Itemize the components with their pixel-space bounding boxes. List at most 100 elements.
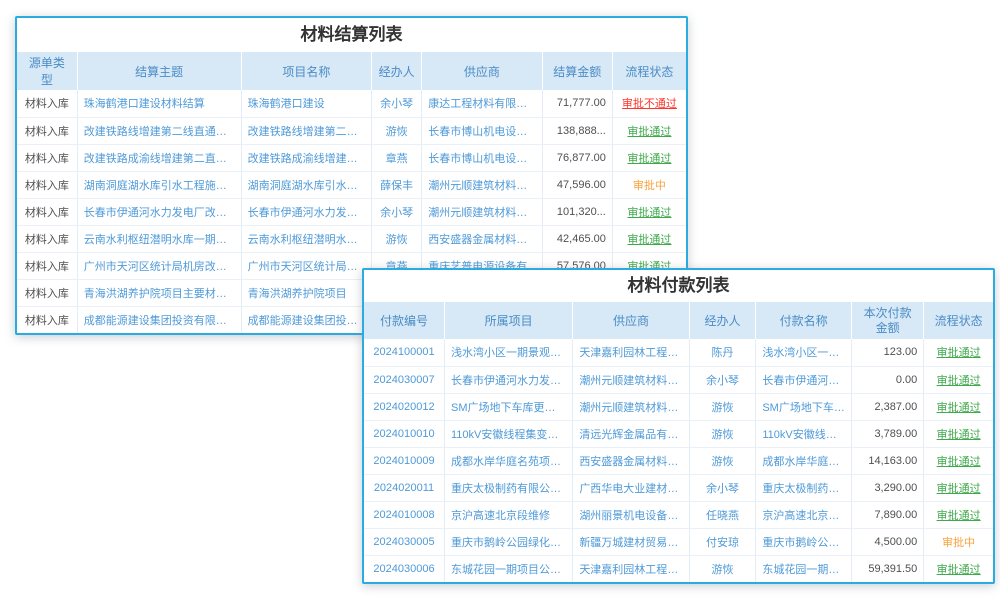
project-cell[interactable]: 广州市天河区统计局机房 — [241, 252, 371, 279]
project-cell[interactable]: 110kV安徽线程集变开断... — [445, 420, 573, 447]
project-cell[interactable]: 青海洪湖养护院项目 — [241, 279, 371, 306]
col-header-status: 流程状态 — [924, 302, 993, 339]
status-cell[interactable]: 审批通过 — [612, 117, 686, 144]
status-cell[interactable]: 审批通过 — [924, 366, 993, 393]
no-cell[interactable]: 2024030005 — [364, 528, 445, 555]
project-cell[interactable]: 重庆太极制药有限公司... — [445, 474, 573, 501]
col-header-handler: 经办人 — [689, 302, 756, 339]
status-cell[interactable]: 审批通过 — [924, 474, 993, 501]
project-cell[interactable]: 成都水岸华庭名苑项目... — [445, 447, 573, 474]
subject-cell[interactable]: 成都能源建设集团投资有限公司临... — [77, 306, 241, 333]
project-cell[interactable]: 珠海鹤港口建设 — [241, 90, 371, 117]
project-cell[interactable]: 长春市伊通河水力发电... — [445, 366, 573, 393]
subject-cell[interactable]: 珠海鹤港口建设材料结算 — [77, 90, 241, 117]
handler-cell[interactable]: 游恢 — [372, 117, 422, 144]
status-cell[interactable]: 审批通过 — [924, 555, 993, 582]
amount-cell: 123.00 — [851, 339, 923, 366]
project-cell[interactable]: 改建铁路成渝线增建第二... — [241, 144, 371, 171]
status-cell[interactable]: 审批通过 — [924, 339, 993, 366]
project-cell[interactable]: 湖南洞庭湖水库引水工程... — [241, 171, 371, 198]
type-cell: 材料入库 — [17, 252, 77, 279]
no-cell[interactable]: 2024010010 — [364, 420, 445, 447]
handler-cell[interactable]: 余小琴 — [689, 366, 756, 393]
subject-cell[interactable]: 青海洪湖养护院项目主要材料结算 — [77, 279, 241, 306]
handler-cell[interactable]: 付安琼 — [689, 528, 756, 555]
handler-cell[interactable]: 余小琴 — [689, 474, 756, 501]
handler-cell[interactable]: 陈丹 — [689, 339, 756, 366]
no-cell[interactable]: 2024030006 — [364, 555, 445, 582]
supplier-cell[interactable]: 潮州元顺建筑材料有限... — [573, 393, 689, 420]
status-cell[interactable]: 审批通过 — [924, 393, 993, 420]
name-cell[interactable]: 成都水岸华庭名苑... — [756, 447, 852, 474]
handler-cell[interactable]: 游恢 — [372, 225, 422, 252]
subject-cell[interactable]: 长春市伊通河水力发电厂改建工程... — [77, 198, 241, 225]
handler-cell[interactable]: 薛保丰 — [372, 171, 422, 198]
supplier-cell[interactable]: 西安盛器金属材料有... — [422, 225, 542, 252]
name-cell[interactable]: 110kV安徽线程集变... — [756, 420, 852, 447]
amount-cell: 42,465.00 — [542, 225, 612, 252]
project-cell[interactable]: 京沪高速北京段维修 — [445, 501, 573, 528]
supplier-cell[interactable]: 天津嘉利园林工程有限... — [573, 339, 689, 366]
table-row: 2024030006东城花园一期项目公寓...天津嘉利园林工程有限...游恢东城… — [364, 555, 993, 582]
subject-cell[interactable]: 湖南洞庭湖水库引水工程施工I标材... — [77, 171, 241, 198]
project-cell[interactable]: SM广场地下车库更换摄... — [445, 393, 573, 420]
supplier-cell[interactable]: 潮州元顺建筑材料有限... — [573, 366, 689, 393]
name-cell[interactable]: 京沪高速北京段维... — [756, 501, 852, 528]
handler-cell[interactable]: 游恢 — [689, 555, 756, 582]
no-cell[interactable]: 2024030007 — [364, 366, 445, 393]
no-cell[interactable]: 2024020012 — [364, 393, 445, 420]
col-header-status: 流程状态 — [612, 52, 686, 90]
supplier-cell[interactable]: 长春市博山机电设备... — [422, 144, 542, 171]
table-row: 2024010008京沪高速北京段维修湖州丽景机电设备有限...任晓燕京沪高速北… — [364, 501, 993, 528]
subject-cell[interactable]: 广州市天河区统计局机房改造项目... — [77, 252, 241, 279]
supplier-cell[interactable]: 长春市博山机电设备... — [422, 117, 542, 144]
subject-cell[interactable]: 云南水利枢纽潜明水库一期工程施... — [77, 225, 241, 252]
supplier-cell[interactable]: 天津嘉利园林工程有限... — [573, 555, 689, 582]
table-row: 2024010009成都水岸华庭名苑项目...西安盛器金属材料有限...游恢成都… — [364, 447, 993, 474]
project-cell[interactable]: 成都能源建设集团投资有 — [241, 306, 371, 333]
handler-cell[interactable]: 任晓燕 — [689, 501, 756, 528]
status-cell[interactable]: 审批通过 — [612, 198, 686, 225]
type-cell: 材料入库 — [17, 171, 77, 198]
supplier-cell[interactable]: 康达工程材料有限公司 — [422, 90, 542, 117]
handler-cell[interactable]: 章燕 — [372, 144, 422, 171]
no-cell[interactable]: 2024100001 — [364, 339, 445, 366]
project-cell[interactable]: 东城花园一期项目公寓... — [445, 555, 573, 582]
supplier-cell[interactable]: 西安盛器金属材料有限... — [573, 447, 689, 474]
status-cell[interactable]: 审批通过 — [924, 501, 993, 528]
name-cell[interactable]: 重庆市鹅岭公园绿... — [756, 528, 852, 555]
no-cell[interactable]: 2024010008 — [364, 501, 445, 528]
handler-cell[interactable]: 余小琴 — [372, 90, 422, 117]
name-cell[interactable]: 重庆太极制药有限... — [756, 474, 852, 501]
project-cell[interactable]: 重庆市鹅岭公园绿化景... — [445, 528, 573, 555]
status-cell[interactable]: 审批通过 — [612, 225, 686, 252]
status-cell[interactable]: 审批通过 — [924, 420, 993, 447]
handler-cell[interactable]: 游恢 — [689, 447, 756, 474]
name-cell[interactable]: 浅水湾小区一期景... — [756, 339, 852, 366]
status-cell[interactable]: 审批通过 — [612, 144, 686, 171]
col-header-supplier: 供应商 — [422, 52, 542, 90]
supplier-cell[interactable]: 广西华电大业建材有限... — [573, 474, 689, 501]
project-cell[interactable]: 云南水利枢纽潜明水库一... — [241, 225, 371, 252]
project-cell[interactable]: 浅水湾小区一期景观提... — [445, 339, 573, 366]
subject-cell[interactable]: 改建铁路成渝线增建第二直通线（... — [77, 144, 241, 171]
handler-cell[interactable]: 余小琴 — [372, 198, 422, 225]
project-cell[interactable]: 改建铁路线增建第二线直... — [241, 117, 371, 144]
supplier-cell[interactable]: 新疆万城建材贸易有限... — [573, 528, 689, 555]
no-cell[interactable]: 2024010009 — [364, 447, 445, 474]
supplier-cell[interactable]: 潮州元顺建筑材料有... — [422, 171, 542, 198]
supplier-cell[interactable]: 湖州丽景机电设备有限... — [573, 501, 689, 528]
amount-cell: 47,596.00 — [542, 171, 612, 198]
name-cell[interactable]: SM广场地下车库更... — [756, 393, 852, 420]
project-cell[interactable]: 长春市伊通河水力发电厂... — [241, 198, 371, 225]
handler-cell[interactable]: 游恢 — [689, 420, 756, 447]
supplier-cell[interactable]: 潮州元顺建筑材料有... — [422, 198, 542, 225]
no-cell[interactable]: 2024020011 — [364, 474, 445, 501]
supplier-cell[interactable]: 清远光辉金属品有限公司 — [573, 420, 689, 447]
name-cell[interactable]: 长春市伊通河水力... — [756, 366, 852, 393]
status-cell[interactable]: 审批不通过 — [612, 90, 686, 117]
name-cell[interactable]: 东城花园一期项目... — [756, 555, 852, 582]
status-cell[interactable]: 审批通过 — [924, 447, 993, 474]
handler-cell[interactable]: 游恢 — [689, 393, 756, 420]
subject-cell[interactable]: 改建铁路线增建第二线直通线（成... — [77, 117, 241, 144]
